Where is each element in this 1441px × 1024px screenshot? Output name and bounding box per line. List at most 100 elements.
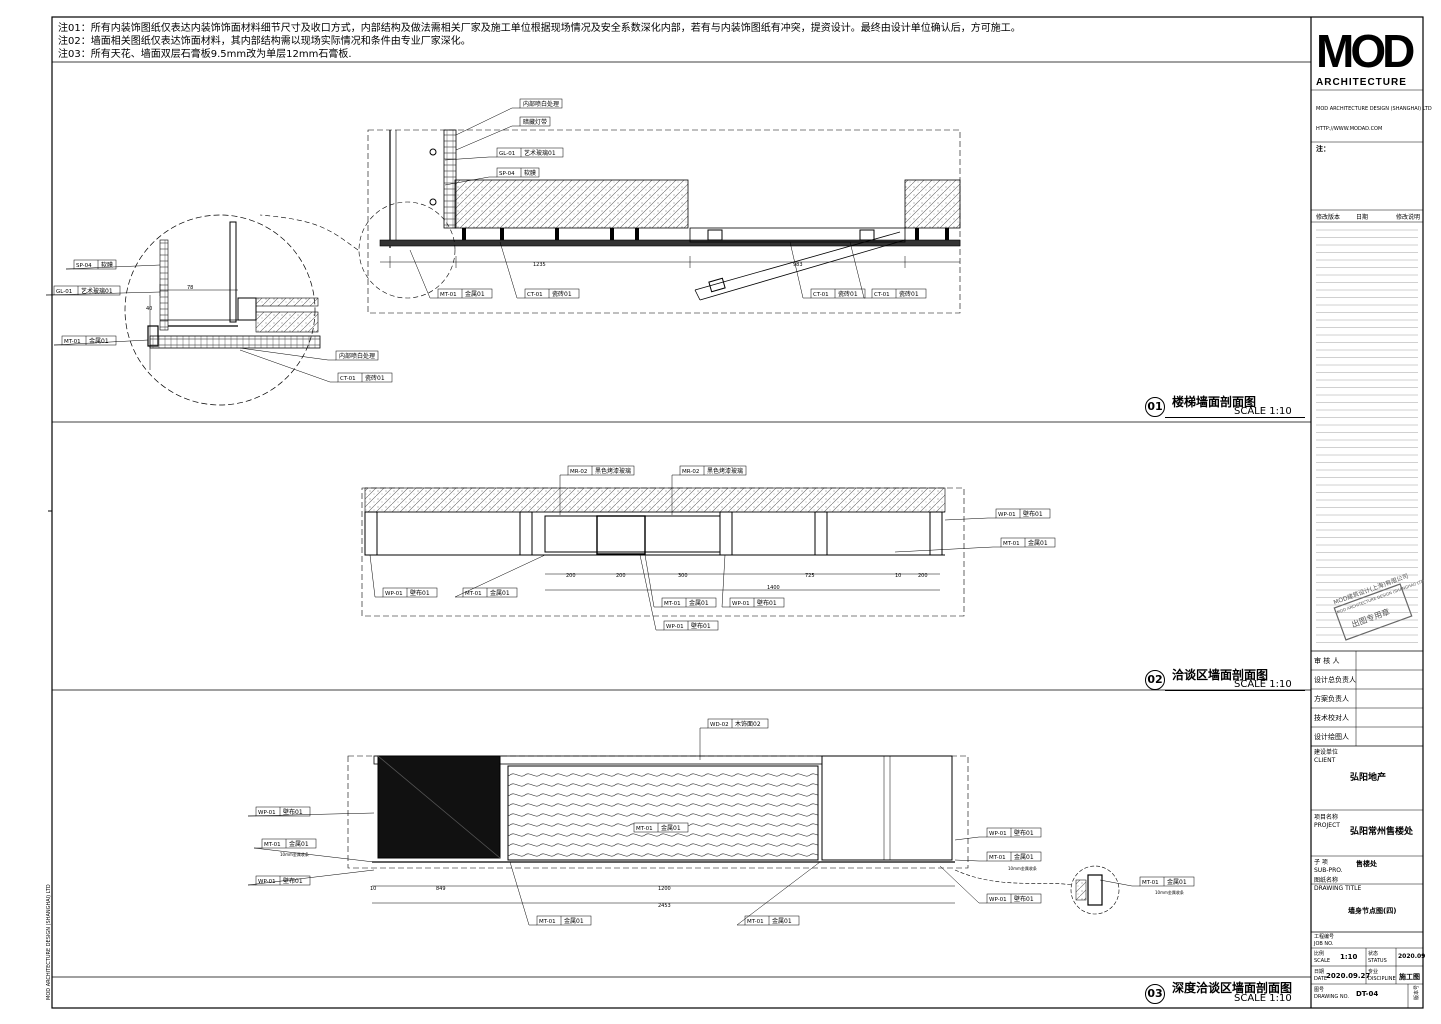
callout-03-wallcloth-a-code: WP-01: [258, 810, 276, 816]
callout-03-wood-veneer-leader: [699, 727, 708, 760]
dim-02-5: 10: [895, 573, 901, 579]
callout-01-tile-c-code: CT-01: [874, 292, 890, 298]
callout-03-wallcloth-d-leader: [939, 865, 987, 904]
dim-03-a: 849: [436, 886, 446, 892]
section-number-02: 02: [1145, 670, 1165, 690]
callout-02-black-glass-b-code: MR-02: [682, 469, 699, 475]
role-design-lead: 设计总负责人: [1314, 676, 1356, 684]
dim-02-2: 300: [678, 573, 688, 579]
client-label: 建设单位 CLIENT: [1314, 749, 1339, 764]
callout-03-metal-b-sub: 10mm金属收条: [1008, 865, 1037, 871]
company-line-1: MOD ARCHITECTURE DESIGN (SHANGHAI) LTD: [1316, 106, 1432, 112]
subproject-label: 子 项 SUB-PRO.: [1314, 859, 1343, 874]
drawing-title-label: 图纸名称 DRAWING TITLE: [1314, 877, 1362, 892]
callout-03-wallcloth-d-text: 壁布01: [1014, 895, 1034, 903]
callout-03-metal-a-text: 金属01: [289, 840, 309, 848]
callout-03-metal-mid-text: 金属01: [661, 824, 681, 832]
callout-03-wallcloth-c-leader: [954, 836, 987, 841]
callout-01-tile-b-leader: [789, 241, 811, 299]
callout-01-art-glass-code: GL-01: [499, 151, 515, 157]
dim-03-c: 2453: [658, 903, 671, 909]
section-scale-03: SCALE 1:10: [1234, 993, 1292, 1004]
dim-02-0: 200: [566, 573, 576, 579]
callout-03-metal-d-text: 金属01: [772, 917, 792, 925]
drawing-canvas: 内部喷白处理暗藏灯带GL-01 艺术玻璃01SP-04 软膜MT-01 金属01 CT-…: [45, 16, 1424, 1009]
side-company-text: MOD ARCHITECTURE DESIGN (SHANGHAI) LTD: [46, 884, 52, 1000]
client-name: 弘阳地产: [1350, 773, 1387, 783]
note-1: 注01：所有内装饰图纸仅表达内装饰饰面材料细节尺寸及收口方式，内部结构及做法需相…: [58, 23, 1021, 34]
callout-03-metal-a-leader: [253, 847, 375, 863]
callout-03-wallcloth-d-code: WP-01: [989, 897, 1007, 903]
callout-03-metal-a-sub: 10mm金属收条: [280, 851, 309, 857]
scale-value: 1:10: [1340, 953, 1358, 961]
dim-02-3: 725: [805, 573, 815, 579]
callout-02-wallcloth-a-code: WP-01: [385, 591, 403, 597]
revision-head-version: 修改版本: [1316, 214, 1341, 221]
status-value: 2020.09: [1398, 953, 1426, 960]
role-checker: 技术校对人: [1314, 714, 1349, 722]
title-underline-02: [1165, 690, 1305, 691]
callout-02-wallcloth-b-leader: [721, 554, 730, 608]
logo-mod: MOD: [1316, 25, 1415, 77]
callout-01-metal-leader: [409, 249, 438, 299]
notes-block: 注01：所有内装饰图纸仅表达内装饰饰面材料细节尺寸及收口方式，内部结构及做法需相…: [58, 22, 1021, 61]
callout-02-black-glass-a-code: MR-02: [570, 469, 587, 475]
discipline-value: 施工图: [1399, 973, 1420, 981]
dim-02-4: 1400: [767, 585, 780, 591]
revision-head-desc: 修改说明: [1396, 214, 1421, 221]
dim-02-6: 200: [918, 573, 928, 579]
callout-03-wallcloth-c-code: WP-01: [989, 831, 1007, 837]
section-number-01: 01: [1145, 397, 1165, 417]
callout-02-wallcloth-c-text: 壁布01: [691, 622, 711, 630]
callout-02-wallcloth-c-code: WP-01: [666, 624, 684, 630]
callout-02-metal-a-code: MT-01: [465, 591, 482, 597]
callout-01-soft-film-text: 软膜: [524, 169, 536, 177]
date-value: 2020.09.27: [1326, 972, 1371, 980]
callout-02-metal-b-code: MT-01: [664, 601, 681, 607]
callout-01-hidden-light-leader: [455, 125, 520, 151]
note-3: 注03：所有天花、墙面双层石膏板9.5mm改为单层12mm石膏板.: [58, 49, 352, 60]
drawing-no-value: DT-04: [1356, 990, 1379, 998]
callout-02-metal-b-text: 金属01: [689, 599, 709, 607]
callout-03-wallcloth-c-text: 壁布01: [1014, 829, 1034, 837]
callout-03-detail-metal-code: MT-01: [1142, 880, 1159, 886]
callout-02-wallcloth-b-code: WP-01: [732, 601, 750, 607]
callout-03-metal-b-leader: [954, 859, 987, 862]
detail-01-spray-white-leader: [239, 347, 336, 361]
note-2: 注02：墙面相关图纸仅表达饰面材料，其内部结构需以现场实际情况和条件由专业厂家深…: [58, 36, 471, 47]
callout-01-soft-film-code: SP-04: [499, 171, 515, 177]
dim-03-b: 1200: [658, 886, 671, 892]
callout-01-hidden-light-text: 暗藏灯带: [523, 118, 547, 126]
callout-03-metal-b-code: MT-01: [989, 855, 1006, 861]
dim-01-b: 983: [793, 262, 803, 268]
dim-01-a: 1235: [533, 262, 546, 268]
callout-02-wallcloth-right-leader: [944, 517, 996, 521]
callout-02-metal-right-leader: [894, 546, 1001, 553]
revision-head-date: 日期: [1356, 214, 1369, 221]
status-label: 状态 STATUS: [1368, 951, 1387, 964]
dim-02-1: 200: [616, 573, 626, 579]
callout-02-black-glass-a-text: 黑色烤漆玻璃: [595, 467, 631, 475]
callout-01-tile-c-text: 瓷砖01: [899, 290, 919, 298]
detail-01-soft-film-text: 软膜: [101, 261, 113, 269]
callout-02-wallcloth-right-code: WP-01: [998, 512, 1016, 518]
dim-01-d: 40: [146, 306, 152, 312]
callout-02-metal-b-leader: [644, 554, 662, 608]
callout-01-tile-b-code: CT-01: [813, 292, 829, 298]
subproject-name: 售楼处: [1356, 860, 1377, 868]
callout-01-tile-a-code: CT-01: [527, 292, 543, 298]
role-scheme-lead: 方案负责人: [1314, 695, 1349, 703]
callout-03-metal-c-leader: [509, 861, 537, 926]
callout-03-metal-d-code: MT-01: [747, 919, 764, 925]
callout-02-metal-a-text: 金属01: [490, 589, 510, 597]
callout-02-metal-right-code: MT-01: [1003, 541, 1020, 547]
project-label: 项目名称 PROJECT: [1314, 814, 1340, 829]
section-scale-02: SCALE 1:10: [1234, 679, 1292, 690]
callout-02-wallcloth-a-text: 壁布01: [410, 589, 430, 597]
detail-01-tile-code: CT-01: [340, 376, 356, 382]
detail-01-art-glass-code: GL-01: [56, 289, 72, 295]
role-drafter: 设计绘图人: [1314, 733, 1349, 741]
callout-03-metal-d-leader: [736, 861, 821, 926]
job-no-label: 工程编号 JOB NO.: [1314, 934, 1335, 947]
callout-03-wood-veneer-code: WD-02: [710, 722, 729, 728]
